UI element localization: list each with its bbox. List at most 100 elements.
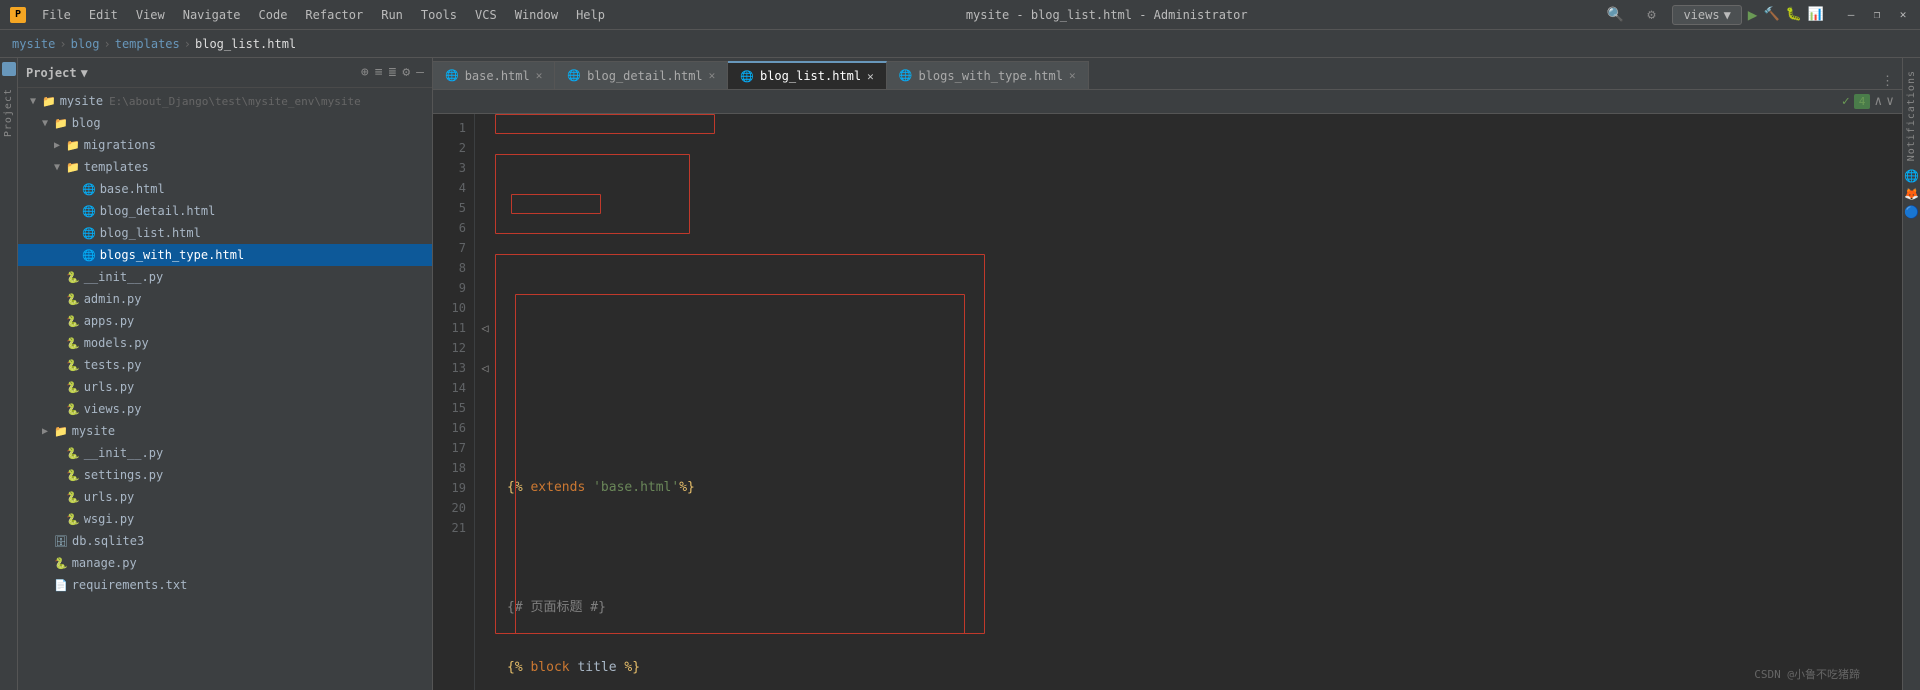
menu-edit[interactable]: Edit xyxy=(81,6,126,24)
project-toolbar-icons: ⊕ ≡ ≣ ⚙ — xyxy=(361,65,424,80)
code-line-2 xyxy=(507,538,1902,558)
code-gutter: ◁ ◁ xyxy=(475,114,495,690)
tree-item-urls-py-mysite[interactable]: 🐍 urls.py xyxy=(18,486,432,508)
menu-bar[interactable]: File Edit View Navigate Code Refactor Ru… xyxy=(34,6,613,24)
locate-icon[interactable]: ⊕ xyxy=(361,65,369,80)
tab-icon-detail: 🌐 xyxy=(567,69,581,82)
menu-refactor[interactable]: Refactor xyxy=(297,6,371,24)
menu-view[interactable]: View xyxy=(128,6,173,24)
tab-icon-type: 🌐 xyxy=(899,69,913,82)
tab-blog-detail-html[interactable]: 🌐 blog_detail.html ✕ xyxy=(555,61,728,89)
close-button[interactable]: ✕ xyxy=(1896,8,1910,22)
tree-item-urls-py-blog[interactable]: 🐍 urls.py xyxy=(18,376,432,398)
minimize-button[interactable]: — xyxy=(1844,8,1858,22)
breadcrumb: mysite › blog › templates › blog_list.ht… xyxy=(0,30,1920,58)
browser-icon-3[interactable]: 🔵 xyxy=(1904,205,1919,219)
close-tab-base[interactable]: ✕ xyxy=(536,69,543,82)
tree-item-blog-list-html[interactable]: 🌐 blog_list.html xyxy=(18,222,432,244)
menu-window[interactable]: Window xyxy=(507,6,566,24)
tree-item-blogs-with-type-html[interactable]: 🌐 blogs_with_type.html xyxy=(18,244,432,266)
tree-item-admin-py[interactable]: 🐍 admin.py xyxy=(18,288,432,310)
tree-item-blog[interactable]: ▼ 📁 blog xyxy=(18,112,432,134)
code-content[interactable]: {% extends 'base.html'%} {# 页面标题 #} {% b… xyxy=(495,114,1902,690)
menu-file[interactable]: File xyxy=(34,6,79,24)
menu-navigate[interactable]: Navigate xyxy=(175,6,249,24)
tree-item-base-html[interactable]: 🌐 base.html xyxy=(18,178,432,200)
project-icon xyxy=(2,62,16,76)
tree-item-wsgi-py[interactable]: 🐍 wsgi.py xyxy=(18,508,432,530)
tree-item-views-py[interactable]: 🐍 views.py xyxy=(18,398,432,420)
search-icon[interactable]: 🔍 xyxy=(1600,0,1630,30)
tree-item-init-py-mysite[interactable]: 🐍 __init__.py xyxy=(18,442,432,464)
menu-code[interactable]: Code xyxy=(251,6,296,24)
tree-item-migrations[interactable]: ▶ 📁 migrations xyxy=(18,134,432,156)
project-title: Project ▼ xyxy=(26,66,355,80)
notifications-label[interactable]: Notifications xyxy=(1906,70,1917,161)
tree-item-mysite[interactable]: ▼ 📁 mysite E:\about_Django\test\mysite_e… xyxy=(18,90,432,112)
tree-item-settings-py[interactable]: 🐍 settings.py xyxy=(18,464,432,486)
tree-item-manage-py[interactable]: 🐍 manage.py xyxy=(18,552,432,574)
profile-icon[interactable]: 📊 xyxy=(1808,7,1824,22)
close-panel-icon[interactable]: — xyxy=(416,65,424,80)
run-button[interactable]: ▶ xyxy=(1748,5,1758,24)
browser-icon-2[interactable]: 🦊 xyxy=(1904,187,1919,201)
tree-item-mysite-sub[interactable]: ▶ 📁 mysite xyxy=(18,420,432,442)
code-line-4: {% block title %} xyxy=(507,658,1902,678)
menu-run[interactable]: Run xyxy=(373,6,411,24)
tab-base-html[interactable]: 🌐 base.html ✕ xyxy=(433,61,555,89)
expand-icon[interactable]: ≣ xyxy=(389,65,397,80)
code-line-3: {# 页面标题 #} xyxy=(507,598,1902,618)
breadcrumb-templates[interactable]: templates xyxy=(115,37,180,51)
tree-item-templates[interactable]: ▼ 📁 templates xyxy=(18,156,432,178)
notifications-strip: Notifications 🌐 🦊 🔵 xyxy=(1902,58,1920,690)
tab-blogs-with-type-html[interactable]: 🌐 blogs_with_type.html ✕ xyxy=(887,61,1089,89)
tree-item-init-py-blog[interactable]: 🐍 __init__.py xyxy=(18,266,432,288)
check-icon: ✓ xyxy=(1842,94,1850,109)
tab-icon-base: 🌐 xyxy=(445,69,459,82)
editor-check-bar: ✓ 4 ∧ ∨ xyxy=(433,90,1902,114)
debug-icon[interactable]: 🐛 xyxy=(1786,7,1802,22)
tabs-bar: 🌐 base.html ✕ 🌐 blog_detail.html ✕ 🌐 blo… xyxy=(433,58,1902,90)
tree-item-apps-py[interactable]: 🐍 apps.py xyxy=(18,310,432,332)
editor-area: 🌐 base.html ✕ 🌐 blog_detail.html ✕ 🌐 blo… xyxy=(433,58,1902,690)
tree-item-db-sqlite3[interactable]: 🗄 db.sqlite3 xyxy=(18,530,432,552)
breadcrumb-blog[interactable]: blog xyxy=(71,37,100,51)
menu-tools[interactable]: Tools xyxy=(413,6,465,24)
project-panel: Project ▼ ⊕ ≡ ≣ ⚙ — ▼ 📁 mysite E:\about_… xyxy=(18,58,433,690)
check-count-badge: 4 xyxy=(1854,94,1871,109)
maximize-button[interactable]: ❐ xyxy=(1870,8,1884,22)
app-icon: P xyxy=(10,7,26,23)
views-button[interactable]: views ▼ xyxy=(1672,5,1741,25)
close-tab-type[interactable]: ✕ xyxy=(1069,69,1076,82)
code-editor[interactable]: 1 2 3 4 5 6 7 8 9 10 11 12 13 14 15 16 1… xyxy=(433,114,1902,690)
tree-item-tests-py[interactable]: 🐍 tests.py xyxy=(18,354,432,376)
main-layout: Project Project ▼ ⊕ ≡ ≣ ⚙ — ▼ 📁 mysite E… xyxy=(0,58,1920,690)
tree-item-blog-detail-html[interactable]: 🌐 blog_detail.html xyxy=(18,200,432,222)
menu-help[interactable]: Help xyxy=(568,6,613,24)
tab-list-icon[interactable]: ⋮ xyxy=(1881,74,1894,89)
file-tree: ▼ 📁 mysite E:\about_Django\test\mysite_e… xyxy=(18,88,432,690)
browser-icon-1[interactable]: 🌐 xyxy=(1904,169,1919,183)
window-title: mysite - blog_list.html - Administrator xyxy=(966,8,1248,22)
left-strip: Project xyxy=(0,58,18,690)
tree-item-requirements-txt[interactable]: 📄 requirements.txt xyxy=(18,574,432,596)
breadcrumb-mysite[interactable]: mysite xyxy=(12,37,55,51)
close-tab-list[interactable]: ✕ xyxy=(867,70,874,83)
project-toolbar: Project ▼ ⊕ ≡ ≣ ⚙ — xyxy=(18,58,432,88)
close-tab-detail[interactable]: ✕ xyxy=(709,69,716,82)
tab-icon-list: 🌐 xyxy=(740,70,754,83)
title-bar-left: P File Edit View Navigate Code Refactor … xyxy=(10,6,613,24)
tab-blog-list-html[interactable]: 🌐 blog_list.html ✕ xyxy=(728,61,886,89)
title-bar: P File Edit View Navigate Code Refactor … xyxy=(0,0,1920,30)
tree-item-models-py[interactable]: 🐍 models.py xyxy=(18,332,432,354)
chevron-down-icon[interactable]: ∨ xyxy=(1886,94,1894,109)
breadcrumb-file[interactable]: blog_list.html xyxy=(195,37,296,51)
settings-icon[interactable]: ⚙ xyxy=(1636,0,1666,30)
watermark: CSDN @小鲁不吃猪蹄 xyxy=(1754,666,1860,682)
chevron-up-icon[interactable]: ∧ xyxy=(1874,94,1882,109)
settings-project-icon[interactable]: ⚙ xyxy=(402,65,410,80)
collapse-icon[interactable]: ≡ xyxy=(375,65,383,80)
build-icon[interactable]: 🔨 xyxy=(1763,7,1779,22)
menu-vcs[interactable]: VCS xyxy=(467,6,505,24)
project-tab-label[interactable]: Project xyxy=(3,88,14,137)
